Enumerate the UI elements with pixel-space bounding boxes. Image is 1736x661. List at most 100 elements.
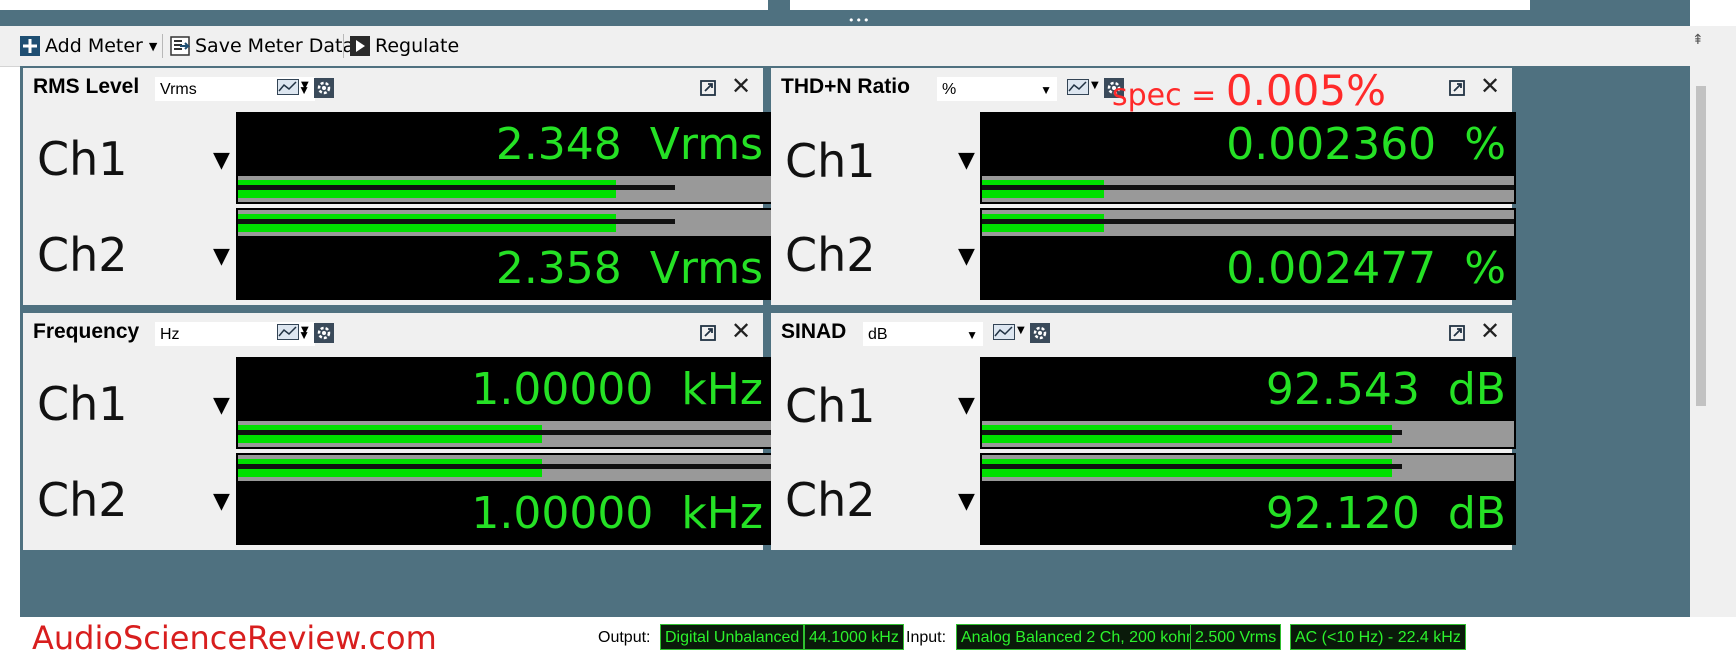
pin-icon[interactable]: ⇞: [1692, 32, 1704, 48]
level-bar: [982, 176, 1514, 202]
channel-dropdown-icon[interactable]: ▼: [213, 244, 230, 269]
meter-value: 0.002477: [1226, 243, 1437, 294]
gear-icon[interactable]: [314, 323, 334, 343]
input-device-badge[interactable]: Analog Balanced 2 Ch, 200 kohm: [956, 624, 1205, 650]
pop-out-icon[interactable]: [1449, 80, 1465, 96]
close-icon[interactable]: ✕: [1480, 319, 1500, 343]
chart-icon[interactable]: [277, 79, 299, 95]
save-data-icon: [170, 36, 190, 56]
readout-value: 1.00000 kHz: [471, 365, 763, 415]
chevron-down-icon[interactable]: ▼: [301, 325, 309, 336]
channel-dropdown-icon[interactable]: ▼: [958, 393, 975, 418]
level-bar-peak: [982, 430, 1403, 435]
unit-select-value: dB: [868, 326, 888, 343]
add-meter-button[interactable]: Add Meter ▼: [20, 33, 157, 59]
status-bar: AudioScienceReview.com Output: Digital U…: [0, 617, 1690, 661]
readout-value: 0.002477%: [1226, 244, 1506, 294]
chart-icon[interactable]: [277, 324, 299, 340]
meter-unit: dB: [1447, 488, 1506, 539]
level-bar: [238, 176, 771, 202]
pop-out-icon[interactable]: [700, 80, 716, 96]
chart-icon[interactable]: [993, 324, 1015, 340]
meter-value: 0.002360: [1226, 119, 1437, 170]
unit-select-value: Hz: [160, 326, 180, 343]
gear-icon[interactable]: [1030, 323, 1050, 343]
level-bar-peak: [982, 185, 1514, 190]
readout-value: 2.348 Vrms: [496, 120, 763, 170]
plus-icon: [20, 36, 40, 56]
readout-value: 1.00000 kHz: [471, 489, 763, 539]
gear-icon[interactable]: [314, 78, 334, 98]
input-range-badge[interactable]: 2.500 Vrms: [1190, 624, 1282, 650]
readout-display: 0.002477%: [980, 208, 1516, 300]
level-bar: [238, 421, 771, 447]
readout-value: 2.358 Vrms: [496, 244, 763, 294]
meter-value: 1.00000: [471, 364, 654, 415]
panel-title: SINAD: [781, 320, 847, 343]
level-bar-peak: [982, 464, 1403, 469]
channel-dropdown-icon[interactable]: ▼: [958, 489, 975, 514]
channel-dropdown-icon[interactable]: ▼: [958, 148, 975, 173]
channel-label: Ch1: [785, 134, 876, 188]
toolbar: Add Meter ▼ Save Meter Data Regulate: [0, 26, 1690, 67]
level-bar: [238, 210, 771, 236]
save-meter-data-button[interactable]: Save Meter Data: [170, 33, 354, 59]
regulate-button[interactable]: Regulate: [350, 33, 459, 59]
channel-label: Ch2: [785, 473, 876, 527]
channel-dropdown-icon[interactable]: ▼: [958, 244, 975, 269]
chevron-down-icon: ▼: [148, 39, 158, 53]
pop-out-icon[interactable]: [1449, 325, 1465, 341]
meter-unit: kHz: [681, 488, 763, 539]
unit-select-value: %: [942, 81, 957, 98]
readout-display: 0.002360%: [980, 112, 1516, 204]
readout-display: 2.358 Vrms: [236, 208, 773, 300]
readout-display: 2.348 Vrms: [236, 112, 773, 204]
meter-value: 92.543: [1265, 364, 1420, 415]
upper-panel-right: [790, 0, 1530, 10]
sinad-panel: SINAD dB ▼ ▼ ✕ Ch1 ▼ 92.543 dB Ch2 ▼ 92.12…: [771, 313, 1516, 550]
channel-dropdown-icon[interactable]: ▼: [213, 148, 230, 173]
readout-value: 92.120 dB: [1266, 489, 1506, 539]
output-label: Output:: [598, 629, 651, 646]
spec-annotation: spec = 0.005%: [1112, 66, 1386, 115]
channel-label: Ch2: [37, 473, 128, 527]
output-device-badge[interactable]: Digital Unbalanced: [660, 624, 805, 650]
panel-title: RMS Level: [33, 75, 140, 98]
chart-icon[interactable]: [1067, 79, 1089, 95]
splitter-handle[interactable]: •••: [848, 15, 870, 26]
input-label: Input:: [906, 629, 947, 646]
unit-select-value: Vrms: [160, 81, 197, 98]
close-icon[interactable]: ✕: [1480, 74, 1500, 98]
close-icon[interactable]: ✕: [731, 319, 751, 343]
toolbar-separator: [162, 34, 163, 58]
top-panel-strip: •••: [0, 0, 1690, 26]
meter-unit: Vrms: [649, 243, 763, 294]
scrollbar-thumb[interactable]: [1696, 86, 1706, 406]
panel-title: THD+N Ratio: [781, 75, 910, 98]
unit-select[interactable]: % ▼: [937, 77, 1057, 101]
level-bar: [982, 421, 1514, 447]
output-rate-badge[interactable]: 44.1000 kHz: [804, 624, 904, 650]
chevron-down-icon[interactable]: ▼: [1017, 325, 1025, 336]
meter-unit: kHz: [681, 364, 763, 415]
channel-dropdown-icon[interactable]: ▼: [213, 489, 230, 514]
chevron-down-icon[interactable]: ▼: [301, 80, 309, 91]
close-icon[interactable]: ✕: [731, 74, 751, 98]
readout-value: 0.002360%: [1226, 120, 1506, 170]
rms-level-panel: RMS Level Vrms ▼ ▼ ✕ Ch1 ▼ 2.348 Vrms Ch2 …: [23, 68, 773, 305]
meter-value: 1.00000: [471, 488, 654, 539]
readout-display: 1.00000 kHz: [236, 453, 773, 545]
meter-value: 2.358: [495, 243, 622, 294]
right-scrollbar[interactable]: ⇞: [1690, 26, 1736, 617]
input-coupling-badge[interactable]: AC (<10 Hz) - 22.4 kHz: [1290, 624, 1466, 650]
level-bar: [982, 210, 1514, 236]
pop-out-icon[interactable]: [700, 325, 716, 341]
channel-label: Ch2: [785, 228, 876, 282]
readout-display: 92.543 dB: [980, 357, 1516, 449]
channel-dropdown-icon[interactable]: ▼: [213, 393, 230, 418]
chevron-down-icon[interactable]: ▼: [1091, 80, 1099, 91]
level-bar-peak: [238, 464, 771, 469]
panel-title: Frequency: [33, 320, 140, 343]
channel-label: Ch2: [37, 228, 128, 282]
unit-select[interactable]: dB ▼: [863, 322, 983, 346]
